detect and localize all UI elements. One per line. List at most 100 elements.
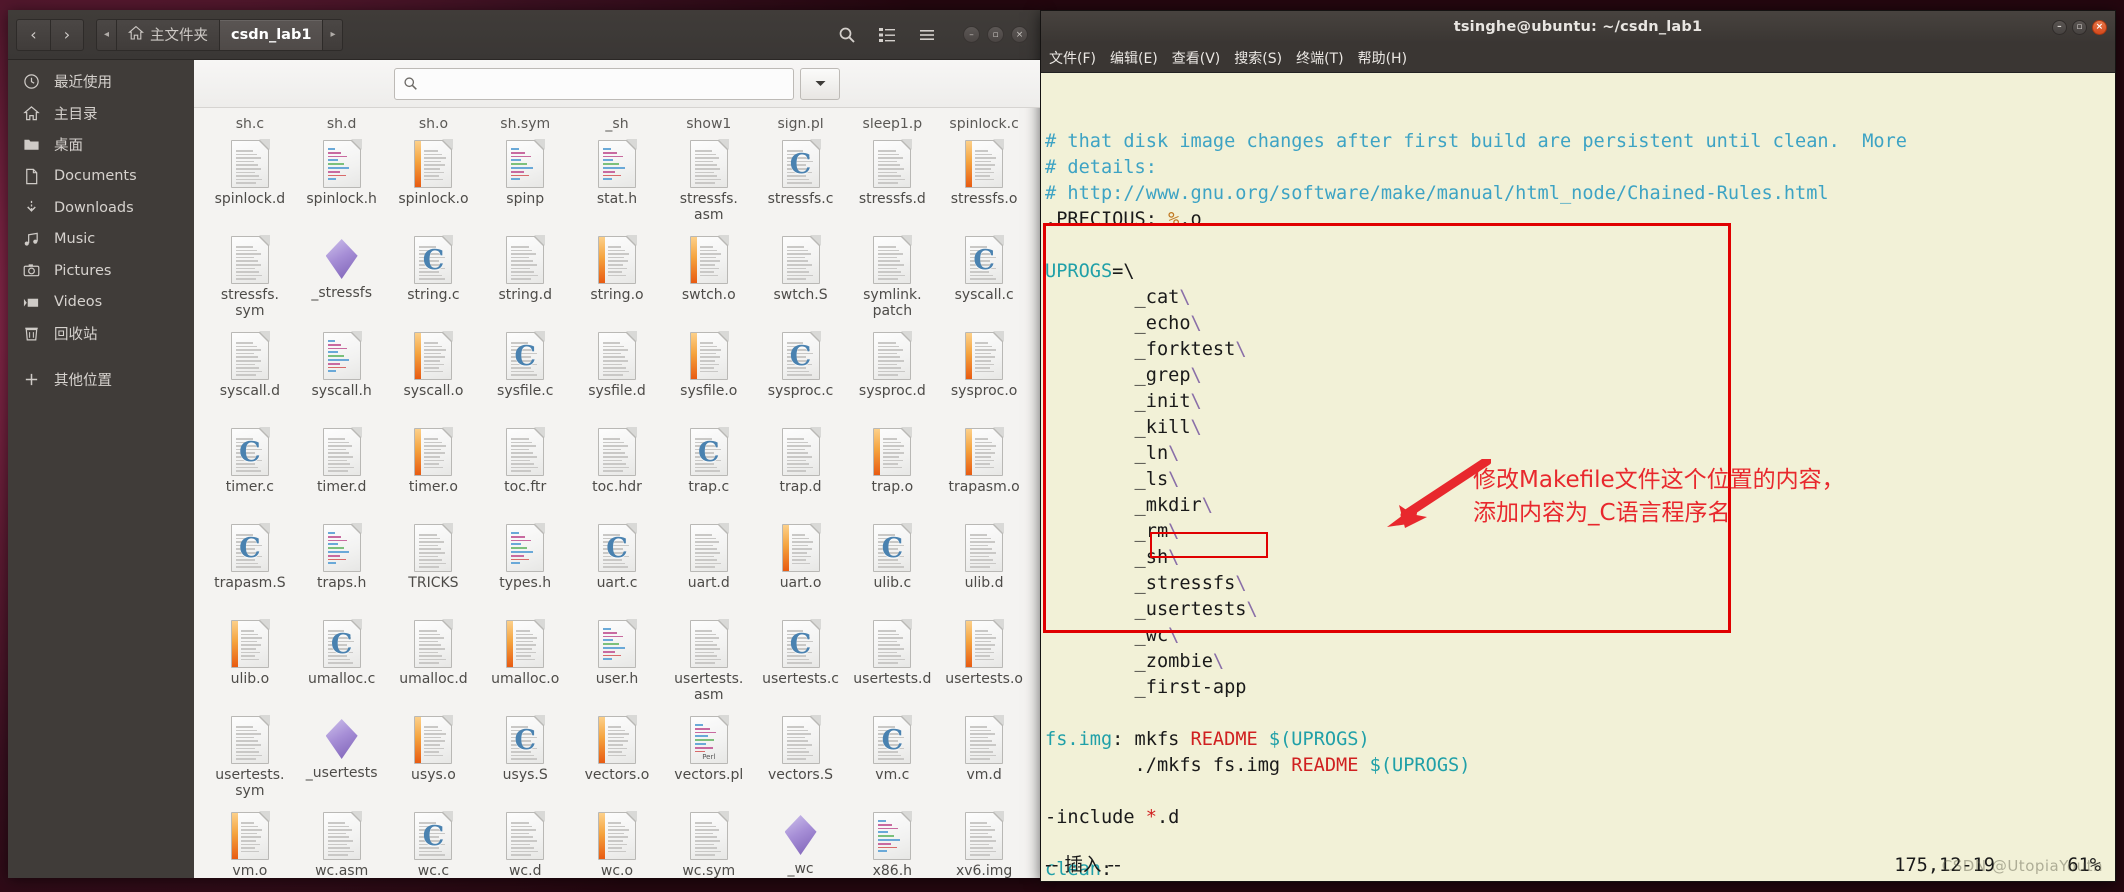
file-item[interactable]: uart.o bbox=[755, 516, 847, 610]
file-item[interactable]: _wc bbox=[755, 804, 847, 878]
search-filter-dropdown[interactable] bbox=[800, 67, 840, 100]
file-item[interactable]: TRICKS bbox=[388, 516, 480, 610]
file-item[interactable]: usertests. sym bbox=[204, 708, 296, 802]
file-item[interactable]: xv6.img bbox=[938, 804, 1030, 878]
file-item[interactable]: spinp bbox=[479, 132, 571, 226]
minimize-button[interactable]: – bbox=[963, 26, 980, 43]
file-item[interactable]: Csysproc.c bbox=[755, 324, 847, 418]
file-item[interactable]: string.o bbox=[571, 228, 663, 322]
file-item[interactable]: wc.asm bbox=[296, 804, 388, 878]
file-item[interactable]: spinlock.o bbox=[388, 132, 480, 226]
breadcrumb-scroll-left[interactable]: ◂ bbox=[97, 19, 118, 50]
file-item[interactable]: wc.sym bbox=[663, 804, 755, 878]
file-item[interactable]: ulib.o bbox=[204, 612, 296, 706]
terminal-screen[interactable]: # that disk image changes after first bu… bbox=[1041, 73, 2115, 881]
file-item[interactable]: Ctrapasm.S bbox=[204, 516, 296, 610]
maximize-button[interactable]: ▫ bbox=[987, 26, 1004, 43]
file-item[interactable]: sysproc.d bbox=[846, 324, 938, 418]
file-item[interactable]: timer.d bbox=[296, 420, 388, 514]
file-item[interactable]: vectors.S bbox=[755, 708, 847, 802]
file-item[interactable]: stressfs.d bbox=[846, 132, 938, 226]
sidebar-item-pictures[interactable]: Pictures bbox=[8, 255, 194, 287]
file-item[interactable]: Cusertests.c bbox=[755, 612, 847, 706]
file-item[interactable]: sysproc.o bbox=[938, 324, 1030, 418]
terminal-menu-item[interactable]: 搜索(S) bbox=[1234, 48, 1282, 68]
file-item[interactable]: umalloc.d bbox=[388, 612, 480, 706]
sidebar-item-videos[interactable]: Videos bbox=[8, 287, 194, 319]
hamburger-menu-icon[interactable] bbox=[909, 19, 945, 51]
file-item[interactable]: swtch.o bbox=[663, 228, 755, 322]
file-item[interactable]: user.h bbox=[571, 612, 663, 706]
file-item[interactable]: Cumalloc.c bbox=[296, 612, 388, 706]
terminal-menu-item[interactable]: 文件(F) bbox=[1049, 48, 1096, 68]
terminal-menu-item[interactable]: 终端(T) bbox=[1296, 48, 1343, 68]
file-item[interactable]: umalloc.o bbox=[479, 612, 571, 706]
sidebar-item-桌面[interactable]: 桌面 bbox=[8, 129, 194, 161]
file-item[interactable]: syscall.d bbox=[204, 324, 296, 418]
sidebar-item-other-locations[interactable]: 其他位置 bbox=[8, 364, 194, 396]
sidebar-item-回收站[interactable]: 回收站 bbox=[8, 318, 194, 350]
file-item[interactable]: syscall.o bbox=[388, 324, 480, 418]
file-item[interactable]: timer.o bbox=[388, 420, 480, 514]
file-item[interactable]: spinlock.d bbox=[204, 132, 296, 226]
file-item[interactable]: ulib.d bbox=[938, 516, 1030, 610]
file-item[interactable]: sysfile.o bbox=[663, 324, 755, 418]
file-item[interactable]: x86.h bbox=[846, 804, 938, 878]
file-item[interactable]: Cwc.c bbox=[388, 804, 480, 878]
search-icon[interactable] bbox=[829, 19, 865, 51]
file-item[interactable]: Csysfile.c bbox=[479, 324, 571, 418]
file-item[interactable]: Cvm.c bbox=[846, 708, 938, 802]
sidebar-item-downloads[interactable]: Downloads bbox=[8, 192, 194, 224]
file-item[interactable]: Csyscall.c bbox=[938, 228, 1030, 322]
terminal-maximize-button[interactable]: ▫ bbox=[2072, 19, 2087, 35]
view-grid-icon[interactable] bbox=[869, 19, 905, 51]
file-item[interactable]: Cuart.c bbox=[571, 516, 663, 610]
file-item[interactable]: usertests. asm bbox=[663, 612, 755, 706]
file-item[interactable]: trapasm.o bbox=[938, 420, 1030, 514]
back-button[interactable]: ‹ bbox=[16, 18, 50, 51]
file-item[interactable]: Ctrap.c bbox=[663, 420, 755, 514]
terminal-minimize-button[interactable]: – bbox=[2052, 19, 2067, 35]
file-item[interactable]: types.h bbox=[479, 516, 571, 610]
sidebar-item-最近使用[interactable]: 最近使用 bbox=[8, 66, 194, 98]
file-item[interactable]: traps.h bbox=[296, 516, 388, 610]
file-item[interactable]: Ctimer.c bbox=[204, 420, 296, 514]
terminal-menu-item[interactable]: 帮助(H) bbox=[1358, 48, 1407, 68]
forward-button[interactable]: › bbox=[50, 18, 84, 51]
file-item[interactable]: Cusys.S bbox=[479, 708, 571, 802]
file-item[interactable]: swtch.S bbox=[755, 228, 847, 322]
search-input[interactable] bbox=[394, 67, 794, 100]
sidebar-item-documents[interactable]: Documents bbox=[8, 161, 194, 193]
file-item[interactable]: wc.o bbox=[571, 804, 663, 878]
file-item[interactable]: syscall.h bbox=[296, 324, 388, 418]
file-item[interactable]: usertests.o bbox=[938, 612, 1030, 706]
file-item[interactable]: trap.d bbox=[755, 420, 847, 514]
file-item[interactable]: usertests.d bbox=[846, 612, 938, 706]
file-item[interactable]: Culib.c bbox=[846, 516, 938, 610]
file-item[interactable]: vm.o bbox=[204, 804, 296, 878]
file-item[interactable]: uart.d bbox=[663, 516, 755, 610]
breadcrumb-item-current[interactable]: csdn_lab1 bbox=[220, 19, 324, 50]
file-item[interactable]: stressfs. sym bbox=[204, 228, 296, 322]
file-item[interactable]: stat.h bbox=[571, 132, 663, 226]
file-item[interactable]: _usertests bbox=[296, 708, 388, 802]
sidebar-item-music[interactable]: Music bbox=[8, 224, 194, 256]
file-item[interactable]: sysfile.d bbox=[571, 324, 663, 418]
close-button[interactable]: × bbox=[1011, 26, 1028, 43]
breadcrumb-scroll-right[interactable]: ▸ bbox=[323, 20, 342, 50]
file-item[interactable]: usys.o bbox=[388, 708, 480, 802]
terminal-menu-item[interactable]: 查看(V) bbox=[1172, 48, 1221, 68]
file-item[interactable]: vm.d bbox=[938, 708, 1030, 802]
terminal-close-button[interactable]: × bbox=[2092, 19, 2107, 35]
file-item[interactable]: toc.hdr bbox=[571, 420, 663, 514]
file-item[interactable]: vectors.o bbox=[571, 708, 663, 802]
file-item[interactable]: Cstring.c bbox=[388, 228, 480, 322]
file-item[interactable]: stressfs. asm bbox=[663, 132, 755, 226]
file-item[interactable]: symlink. patch bbox=[846, 228, 938, 322]
file-item[interactable]: Cstressfs.c bbox=[755, 132, 847, 226]
file-item[interactable]: string.d bbox=[479, 228, 571, 322]
file-item[interactable]: Perl vectors.pl bbox=[663, 708, 755, 802]
file-item[interactable]: wc.d bbox=[479, 804, 571, 878]
breadcrumb-item-home[interactable]: 主文件夹 bbox=[117, 19, 221, 50]
file-item[interactable]: _stressfs bbox=[296, 228, 388, 322]
